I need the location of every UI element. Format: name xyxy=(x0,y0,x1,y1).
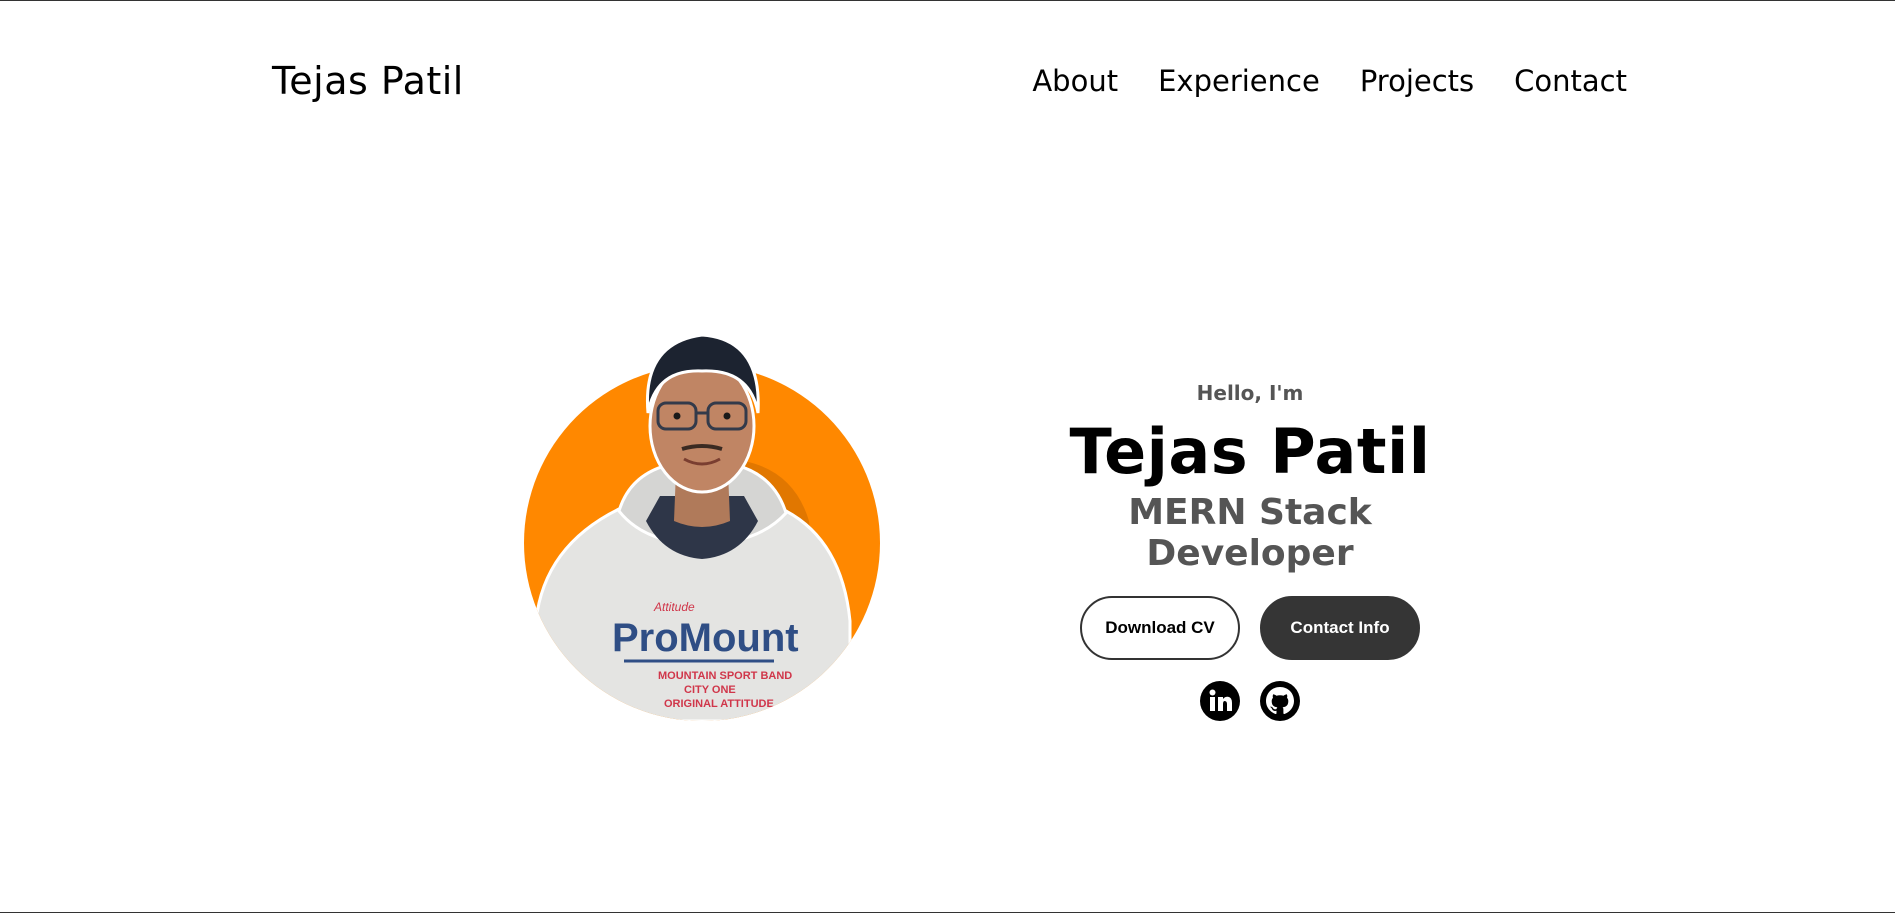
page: Tejas Patil About Experience Projects Co… xyxy=(0,0,1895,913)
profile-picture: Attitude ProMount MOUNTAIN SPORT BAND CI… xyxy=(522,321,882,721)
svg-text:MOUNTAIN SPORT BAND: MOUNTAIN SPORT BAND xyxy=(658,670,792,682)
greeting-text: Hello, I'm xyxy=(1196,381,1304,405)
download-cv-button[interactable]: Download CV xyxy=(1080,596,1240,660)
svg-text:Attitude: Attitude xyxy=(653,600,695,614)
linkedin-icon[interactable] xyxy=(1199,680,1241,722)
profile-text: Hello, I'm Tejas Patil MERN Stack Develo… xyxy=(1040,381,1460,722)
contact-info-button[interactable]: Contact Info xyxy=(1260,596,1420,660)
person-illustration: Attitude ProMount MOUNTAIN SPORT BAND CI… xyxy=(534,333,852,721)
nav-link-contact[interactable]: Contact xyxy=(1514,64,1627,98)
site-logo[interactable]: Tejas Patil xyxy=(272,59,464,103)
hero-section: Attitude ProMount MOUNTAIN SPORT BAND CI… xyxy=(0,321,1895,721)
nav-item-projects: Projects xyxy=(1360,64,1474,98)
profile-photo: Attitude ProMount MOUNTAIN SPORT BAND CI… xyxy=(524,321,880,721)
nav-item-contact: Contact xyxy=(1514,64,1627,98)
profile-name: Tejas Patil xyxy=(1069,415,1431,488)
profile-title: MERN Stack Developer xyxy=(1128,492,1372,574)
svg-text:ORIGINAL ATTITUDE: ORIGINAL ATTITUDE xyxy=(664,698,774,710)
github-icon[interactable] xyxy=(1259,680,1301,722)
nav-link-about[interactable]: About xyxy=(1032,64,1118,98)
svg-text:CITY ONE: CITY ONE xyxy=(684,684,736,696)
top-nav: Tejas Patil About Experience Projects Co… xyxy=(272,57,1627,105)
svg-text:ProMount: ProMount xyxy=(612,616,799,660)
nav-item-about: About xyxy=(1032,64,1118,98)
nav-link-projects[interactable]: Projects xyxy=(1360,64,1474,98)
nav-links: About Experience Projects Contact xyxy=(1032,64,1627,98)
button-group: Download CV Contact Info xyxy=(1040,596,1460,660)
social-links xyxy=(1040,680,1460,722)
nav-link-experience[interactable]: Experience xyxy=(1158,64,1320,98)
nav-item-experience: Experience xyxy=(1158,64,1320,98)
